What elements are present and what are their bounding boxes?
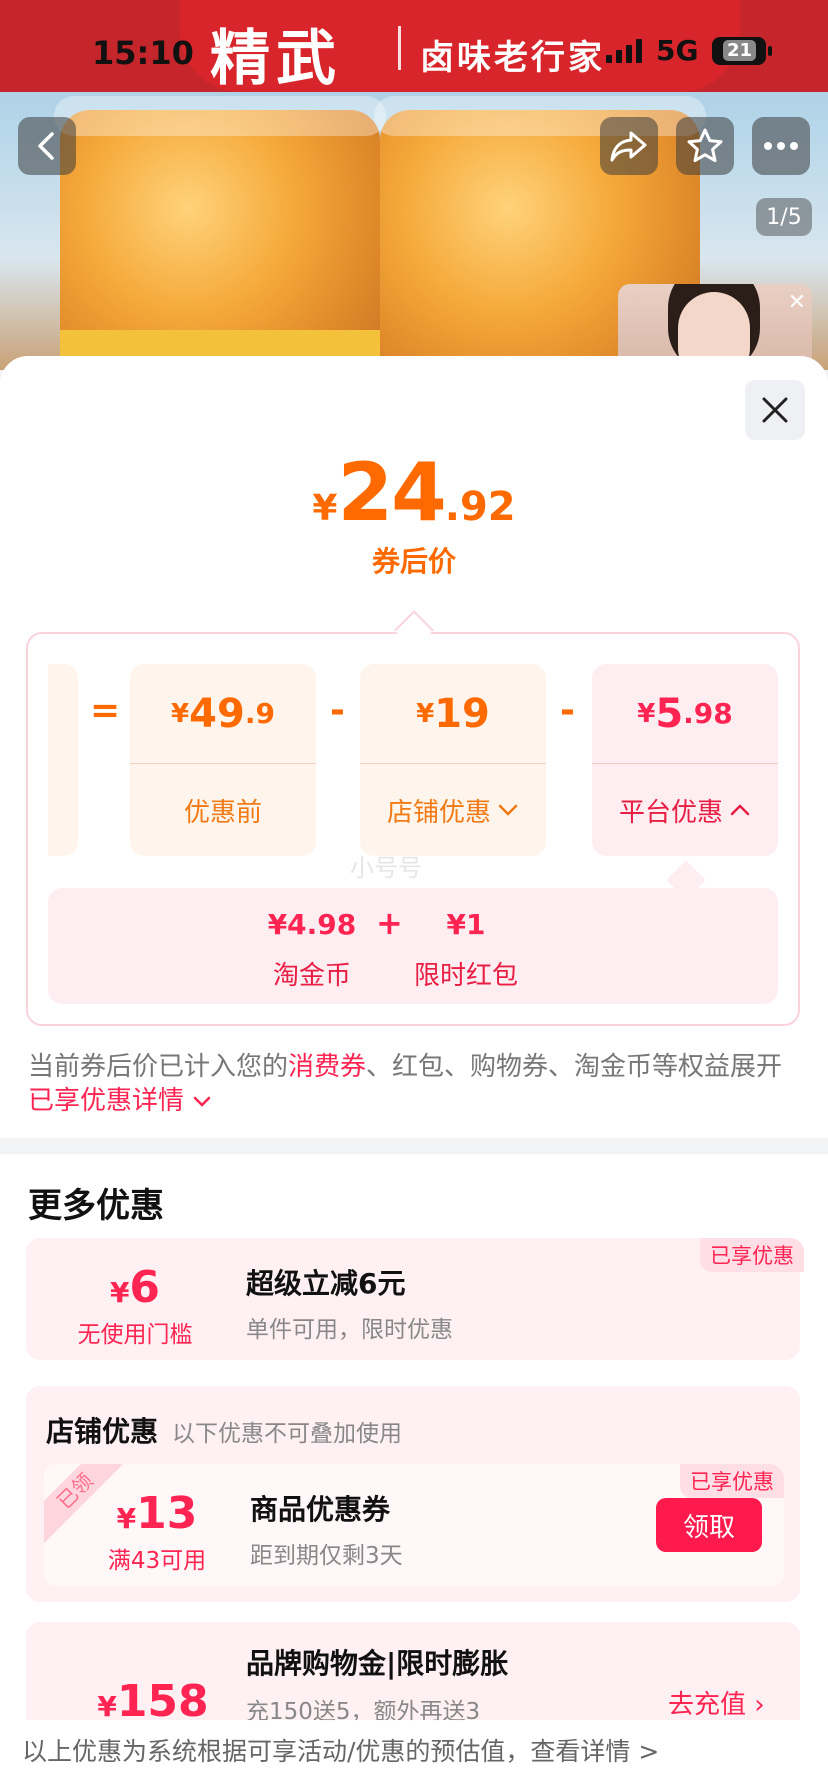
price-before-card: ¥49.9 优惠前: [130, 664, 316, 856]
coupon-title: 商品优惠券: [250, 1493, 391, 1526]
brand-separator: [398, 26, 401, 70]
recharge-link[interactable]: 去充值 ›: [668, 1684, 765, 1721]
coupon-amount: ¥13 满43可用: [92, 1488, 222, 1575]
battery-icon: 21: [712, 36, 773, 65]
taojinbi-value: ¥4.98: [267, 908, 357, 941]
minus-sign: -: [560, 690, 575, 731]
red-packet-item: ¥1 限时红包: [406, 908, 526, 992]
price-before-label: 优惠前: [183, 797, 262, 828]
enjoyed-badge: 已享优惠: [700, 1238, 804, 1272]
star-icon: [687, 128, 723, 163]
offer-amount: ¥6 无使用门槛: [70, 1262, 200, 1349]
chevron-up-icon: [730, 804, 750, 816]
red-packet-value: ¥1: [446, 908, 486, 941]
taojinbi-label: 淘金币: [272, 961, 351, 991]
share-icon: [610, 131, 647, 162]
store-discount-card[interactable]: ¥19 店铺优惠: [360, 664, 546, 856]
signal-icon: [606, 38, 642, 63]
final-price: ¥24.92: [0, 446, 828, 539]
plus-sign: +: [376, 904, 403, 942]
price-integer: 24: [337, 446, 446, 539]
coupon-condition: 满43可用: [107, 1548, 207, 1574]
price-decimal: .92: [444, 484, 516, 530]
share-button[interactable]: [600, 117, 658, 175]
store-offers-title: 店铺优惠: [46, 1415, 159, 1448]
coupon-expiry: 距到期仅剩3天: [250, 1543, 403, 1569]
close-icon: [762, 397, 788, 423]
price-note: 当前券后价已计入您的消费券、红包、购物券、淘金币等权益展开已享优惠详情: [28, 1052, 783, 1116]
store-discount-label[interactable]: 店铺优惠: [360, 764, 546, 856]
consumer-coupon-link: 消费券: [288, 1052, 367, 1082]
equals-sign: =: [90, 690, 121, 731]
taojinbi-item: ¥4.98 淘金币: [232, 908, 392, 992]
chevron-down-icon: [498, 804, 518, 816]
offer-title: 超级立减6元: [246, 1267, 406, 1300]
back-button[interactable]: [18, 117, 76, 175]
more-offers-title: 更多优惠: [28, 1186, 164, 1226]
section-divider: [0, 1138, 828, 1154]
offer-title: 品牌购物金|限时膨胀: [246, 1647, 509, 1680]
offer-condition: 无使用门槛: [77, 1322, 193, 1348]
offer-desc: 单件可用，限时优惠: [246, 1317, 453, 1343]
close-sheet-button[interactable]: [745, 380, 805, 440]
watermark: 小号号: [350, 854, 422, 882]
brand-name: 精武: [210, 24, 342, 94]
store-offers-subtitle: 以下优惠不可叠加使用: [172, 1421, 402, 1447]
more-options-button[interactable]: [752, 117, 810, 175]
claim-coupon-button[interactable]: 领取: [656, 1498, 762, 1552]
store-discount-value: ¥19: [360, 664, 546, 764]
enjoyed-badge: 已享优惠: [680, 1464, 784, 1498]
favorite-button[interactable]: [676, 117, 734, 175]
brand-subtitle: 卤味老行家: [420, 38, 605, 78]
footer-disclaimer[interactable]: 以上优惠为系统根据可享活动/优惠的预估值，查看详情 >: [0, 1720, 828, 1792]
price-before-value: ¥49.9: [130, 664, 316, 764]
status-indicators: 5G 21: [606, 34, 773, 67]
breakdown-card-edge: [48, 664, 78, 856]
close-icon[interactable]: ✕: [788, 290, 806, 315]
minus-sign: -: [330, 690, 345, 731]
chevron-left-icon: [38, 132, 54, 160]
chevron-down-icon: [194, 1096, 211, 1107]
price-currency: ¥: [312, 488, 338, 529]
red-packet-label: 限时红包: [413, 961, 518, 991]
final-price-label: 券后价: [371, 545, 456, 578]
platform-discount-label[interactable]: 平台优惠: [592, 764, 778, 856]
battery-level: 21: [722, 40, 756, 61]
network-type: 5G: [656, 34, 699, 67]
enjoyed-benefits-link[interactable]: 已享优惠详情: [28, 1086, 212, 1116]
platform-discount-value: ¥5.98: [592, 664, 778, 764]
status-time: 15:10: [92, 34, 194, 72]
platform-discount-card[interactable]: ¥5.98 平台优惠: [592, 664, 778, 856]
image-page-indicator: 1/5: [756, 198, 812, 236]
more-dots-icon: [764, 142, 798, 150]
